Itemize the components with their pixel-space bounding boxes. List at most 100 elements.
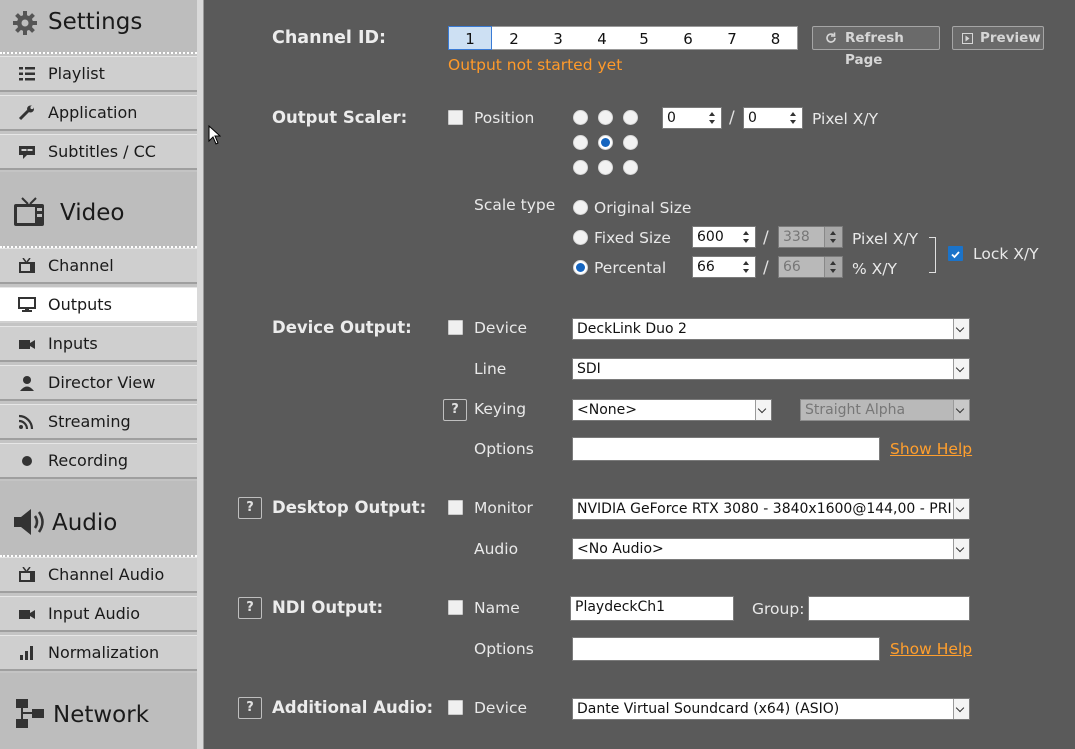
anchor-top-left[interactable] (573, 110, 588, 125)
sidebar-item-director-view[interactable]: Director View (0, 365, 197, 401)
desktop-output-help-button[interactable]: ? (238, 497, 262, 519)
sidebar-item-subtitles[interactable]: Subtitles / CC (0, 134, 197, 170)
desktop-output-checkbox[interactable] (448, 500, 463, 515)
ndi-output-label: NDI Output: (272, 598, 384, 617)
device-output-label: Device Output: (272, 318, 412, 337)
sidebar-item-playlist[interactable]: Playlist (0, 56, 197, 92)
preview-button[interactable]: Preview (952, 26, 1044, 50)
percental-radio[interactable] (573, 260, 588, 275)
channel-button-5[interactable]: 5 (622, 26, 666, 50)
anchor-middle-left[interactable] (573, 135, 588, 150)
channel-button-8[interactable]: 8 (754, 26, 798, 50)
sidebar-item-application[interactable]: Application (0, 95, 197, 131)
sidebar-item-label: Channel Audio (48, 565, 165, 584)
spinner-arrows-icon[interactable] (704, 108, 721, 128)
position-x-stepper[interactable]: 0 (662, 107, 722, 129)
channel-button-2[interactable]: 2 (492, 26, 536, 50)
spinner-arrows-icon[interactable] (785, 108, 802, 128)
additional-audio-device-select[interactable]: Dante Virtual Soundcard (x64) (ASIO) (572, 698, 970, 720)
monitor-select[interactable]: NVIDIA GeForce RTX 3080 - 3840x1600@144,… (572, 498, 970, 520)
sidebar-item-streaming[interactable]: Streaming (0, 404, 197, 440)
sidebar-item-inputs[interactable]: Inputs (0, 326, 197, 362)
playlist-icon (19, 67, 35, 81)
chevron-down-icon[interactable] (953, 499, 969, 519)
ndi-output-checkbox[interactable] (448, 600, 463, 615)
anchor-bottom-center[interactable] (598, 160, 613, 175)
desktop-audio-select-value: <No Audio> (577, 541, 664, 557)
original-size-radio[interactable] (573, 200, 588, 215)
section-title-settings: Settings (48, 9, 143, 35)
desktop-audio-select[interactable]: <No Audio> (572, 538, 970, 560)
device-show-help-link[interactable]: Show Help (890, 440, 972, 458)
fixed-size-radio[interactable] (573, 230, 588, 245)
keying-select[interactable]: <None> (572, 399, 772, 421)
channel-button-7[interactable]: 7 (710, 26, 754, 50)
sidebar-splitter[interactable] (197, 0, 204, 749)
percent-x-stepper[interactable]: 66 (692, 256, 756, 278)
fixed-x-stepper[interactable]: 600 (692, 226, 756, 248)
lock-xy-checkbox[interactable] (948, 246, 963, 261)
channel-button-4[interactable]: 4 (580, 26, 624, 50)
anchor-top-center[interactable] (598, 110, 613, 125)
monitor-select-value: NVIDIA GeForce RTX 3080 - 3840x1600@144,… (577, 501, 970, 517)
output-status-text: Output not started yet (448, 56, 623, 74)
sidebar-item-channel-audio[interactable]: Channel Audio (0, 557, 197, 593)
device-options-input[interactable] (572, 437, 880, 461)
sidebar-item-label: Input Audio (48, 604, 140, 623)
chevron-down-icon[interactable] (953, 319, 969, 339)
anchor-bottom-left[interactable] (573, 160, 588, 175)
channel-button-6[interactable]: 6 (666, 26, 710, 50)
ndi-group-input[interactable] (808, 596, 970, 621)
channel-tv-icon (19, 258, 35, 273)
output-scaler-label: Output Scaler: (272, 108, 408, 127)
chevron-down-icon[interactable] (755, 400, 771, 420)
device-output-checkbox[interactable] (448, 320, 463, 335)
chevron-down-icon (953, 400, 969, 420)
chevron-down-icon[interactable] (953, 699, 969, 719)
lock-bracket (929, 237, 936, 273)
channel-id-label: Channel ID: (272, 28, 387, 48)
sidebar-item-outputs[interactable]: Outputs (0, 287, 197, 323)
refresh-page-button[interactable]: Refresh Page (812, 26, 940, 68)
ndi-options-input[interactable] (572, 637, 880, 661)
sidebar-item-input-audio[interactable]: Input Audio (0, 596, 197, 632)
chevron-down-icon[interactable] (953, 539, 969, 559)
record-dot-icon (22, 456, 32, 466)
anchor-top-right[interactable] (623, 110, 638, 125)
sidebar-item-normalization[interactable]: Normalization (0, 635, 197, 671)
anchor-center[interactable] (598, 135, 613, 150)
additional-audio-device-value: Dante Virtual Soundcard (x64) (ASIO) (577, 701, 840, 717)
ndi-name-label: Name (474, 599, 520, 617)
position-y-stepper[interactable]: 0 (743, 107, 803, 129)
device-select[interactable]: DeckLink Duo 2 (572, 318, 970, 340)
keying-label: Keying (474, 400, 527, 418)
percent-y-stepper: 66 (778, 256, 843, 278)
additional-audio-checkbox[interactable] (448, 700, 463, 715)
spinner-arrows-icon[interactable] (738, 227, 755, 247)
ndi-output-help-button[interactable]: ? (238, 597, 262, 619)
ndi-show-help-link[interactable]: Show Help (890, 640, 972, 658)
sidebar-item-label: Outputs (48, 295, 112, 314)
camera-icon (19, 340, 35, 349)
chevron-down-icon[interactable] (953, 359, 969, 379)
additional-audio-help-button[interactable]: ? (238, 697, 262, 719)
sidebar-item-channel[interactable]: Channel (0, 248, 197, 284)
additional-audio-label: Additional Audio: (272, 698, 434, 717)
line-select[interactable]: SDI (572, 358, 970, 380)
channel-button-1[interactable]: 1 (448, 26, 492, 50)
device-select-value: DeckLink Duo 2 (577, 321, 687, 337)
spinner-arrows-icon[interactable] (738, 257, 755, 277)
channel-button-3[interactable]: 3 (536, 26, 580, 50)
anchor-bottom-right[interactable] (623, 160, 638, 175)
percental-label: Percental (594, 259, 667, 277)
desktop-output-label: Desktop Output: (272, 498, 427, 517)
keying-help-button[interactable]: ? (443, 399, 467, 421)
line-select-value: SDI (577, 361, 601, 377)
ndi-name-input[interactable]: PlaydeckCh1 (570, 596, 734, 621)
section-network: Network (0, 673, 197, 749)
fixed-x-value: 600 (697, 229, 724, 245)
anchor-middle-right[interactable] (623, 135, 638, 150)
position-checkbox[interactable] (448, 110, 463, 125)
checkmark-icon (951, 251, 960, 259)
sidebar-item-recording[interactable]: Recording (0, 443, 197, 479)
